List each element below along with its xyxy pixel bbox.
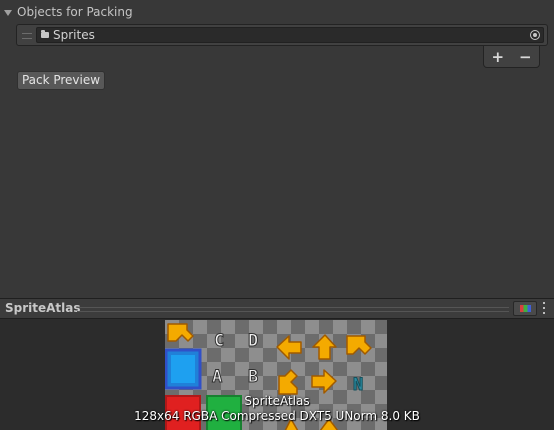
letter-sprite-n: N bbox=[353, 375, 363, 395]
atlas-info-caption: 128x64 RGBA Compressed DXT5 UNorm 8.0 KB bbox=[134, 409, 420, 423]
letter-sprite-c: C bbox=[214, 331, 224, 351]
letter-sprite-d: D bbox=[248, 331, 258, 351]
color-channel-button[interactable] bbox=[513, 301, 537, 316]
preview-header[interactable]: SpriteAtlas bbox=[0, 298, 554, 319]
drag-handle-icon[interactable] bbox=[22, 33, 32, 39]
object-picker-icon[interactable] bbox=[530, 30, 540, 40]
object-field-label: Sprites bbox=[53, 28, 95, 42]
arrow-sprite-left bbox=[276, 335, 302, 360]
arrow-sprite-diagonal-2 bbox=[346, 335, 372, 355]
arrow-sprite-diagonal-3 bbox=[278, 369, 298, 395]
arrow-sprite-right bbox=[311, 369, 337, 394]
add-item-button[interactable]: + bbox=[491, 49, 504, 64]
remove-item-button[interactable]: − bbox=[519, 49, 532, 64]
foldout-arrow-icon[interactable] bbox=[4, 9, 12, 16]
object-field-sprites[interactable]: Sprites bbox=[36, 27, 544, 43]
preview-title: SpriteAtlas bbox=[5, 301, 81, 315]
arrow-sprite-diagonal bbox=[167, 323, 194, 342]
objects-for-packing-foldout[interactable]: Objects for Packing bbox=[4, 4, 133, 20]
foldout-label: Objects for Packing bbox=[17, 5, 133, 19]
pack-preview-button[interactable]: Pack Preview bbox=[17, 71, 105, 90]
header-rule bbox=[77, 307, 509, 312]
packing-list: Sprites bbox=[16, 24, 548, 46]
arrow-sprite-up bbox=[312, 334, 337, 360]
letter-sprite-a: A bbox=[212, 367, 222, 387]
preview-area: C D A B N SpriteAtlas 128x64 RGBA Compre… bbox=[0, 319, 554, 430]
more-options-icon[interactable] bbox=[543, 302, 546, 316]
atlas-name-caption: SpriteAtlas bbox=[244, 394, 310, 408]
rgb-channels-icon bbox=[520, 305, 531, 312]
letter-sprite-b: B bbox=[248, 367, 258, 387]
list-add-remove-controls: + − bbox=[483, 46, 540, 68]
folder-icon bbox=[41, 30, 49, 38]
